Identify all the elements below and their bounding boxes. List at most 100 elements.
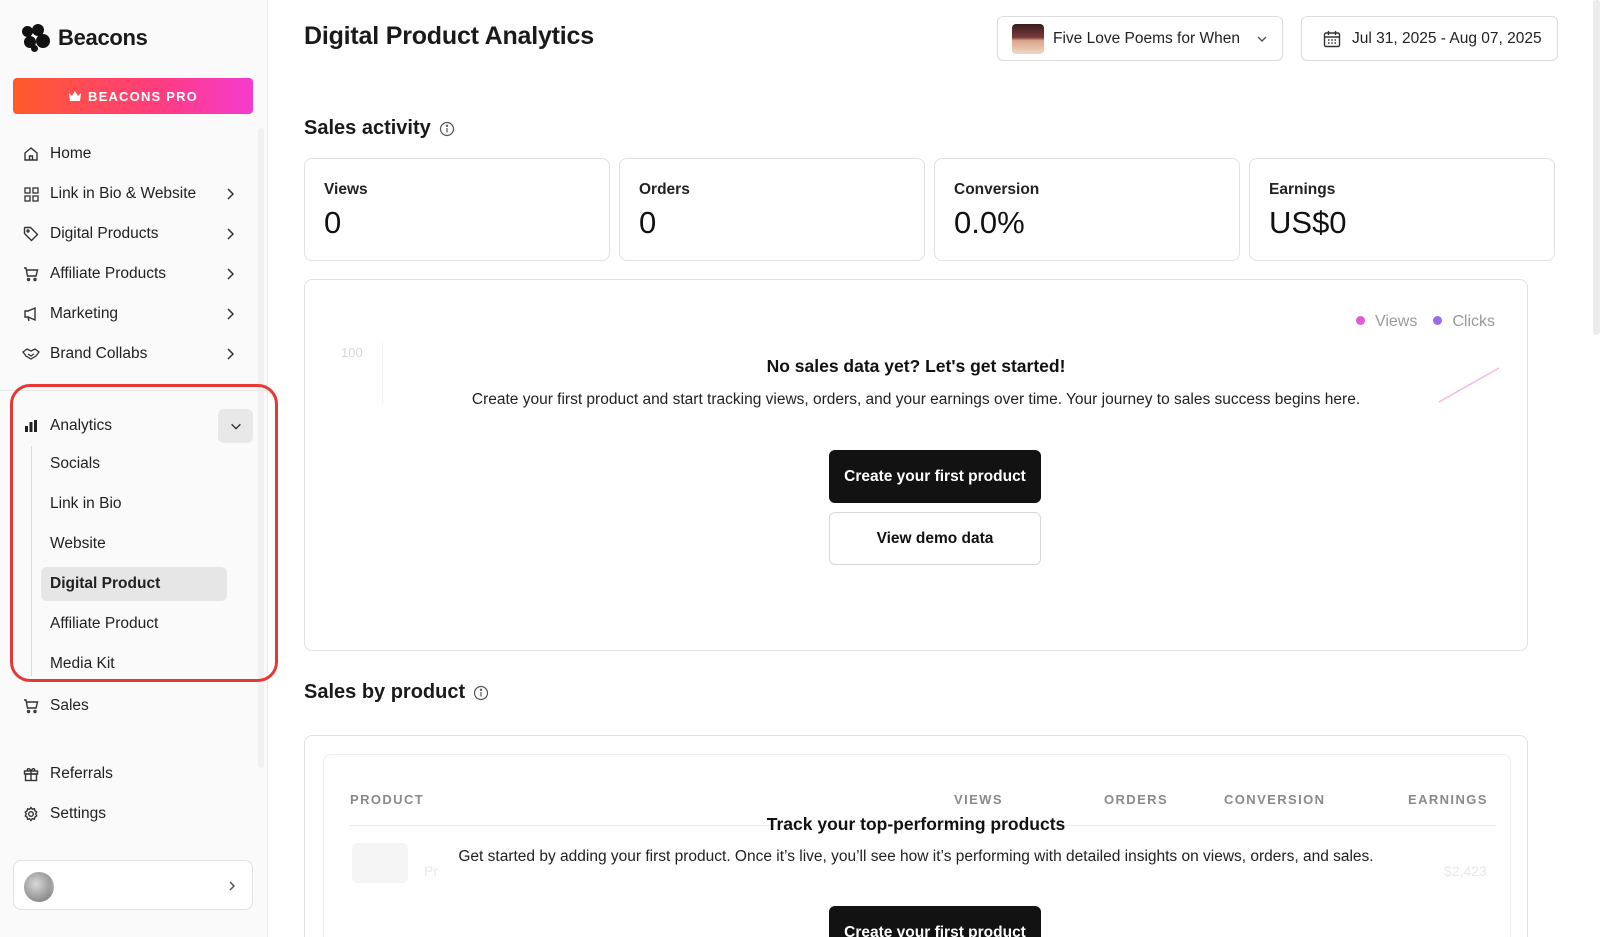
column-header-orders: ORDERS (1104, 792, 1169, 807)
sidebar-item-label: Settings (50, 805, 107, 822)
legend-item-views[interactable]: Views (1355, 313, 1418, 331)
stat-card-conversion: Conversion 0.0% (934, 158, 1240, 261)
account-name-redacted (58, 877, 174, 897)
beacons-logo-icon (22, 24, 52, 52)
sidebar-item-label: Affiliate Products (50, 265, 167, 282)
column-header-conversion: CONVERSION (1224, 792, 1326, 807)
sidebar-item-affiliate-products[interactable]: Affiliate Products (22, 258, 246, 290)
brand-name: Beacons (58, 25, 148, 50)
grid-icon (22, 185, 40, 203)
calendar-icon (1323, 30, 1341, 47)
stat-value: 0.0% (954, 205, 1025, 240)
chevron-right-icon (227, 308, 235, 320)
sidebar-subitem-digital-product[interactable]: Digital Product (41, 567, 227, 601)
sidebar-subitem-affiliate-product[interactable]: Affiliate Product (41, 607, 227, 641)
submenu-guide-line (31, 446, 32, 676)
page-title: Digital Product Analytics (304, 22, 594, 50)
table-empty-description: Get started by adding your first product… (458, 848, 1374, 865)
sidebar-item-analytics[interactable]: Analytics (22, 410, 246, 442)
sidebar-scrollbar[interactable] (258, 128, 264, 768)
sidebar-item-sales[interactable]: Sales (22, 690, 246, 722)
sidebar-subitem-link-in-bio[interactable]: Link in Bio (41, 487, 227, 521)
beacons-logo[interactable]: Beacons (22, 24, 148, 52)
column-header-earnings: EARNINGS (1408, 792, 1488, 807)
create-first-product-button[interactable]: Create your first product (829, 450, 1041, 503)
product-thumbnail (1012, 23, 1044, 54)
info-icon[interactable] (473, 685, 489, 701)
sidebar-subitem-label: Socials (50, 455, 100, 472)
sidebar-item-label: Sales (50, 697, 89, 714)
sidebar-item-label: Marketing (50, 305, 119, 322)
sales-by-product-title: Sales by product (304, 681, 466, 703)
sidebar-item-link-in-bio-website[interactable]: Link in Bio & Website (22, 178, 246, 210)
sidebar-subitem-label: Affiliate Product (50, 615, 159, 632)
stat-value: 0 (639, 205, 657, 240)
legend-label: Clicks (1452, 313, 1495, 330)
sidebar-item-settings[interactable]: Settings (22, 798, 246, 830)
chart-empty-description: Create your first product and start trac… (471, 391, 1361, 408)
legend-label: Views (1374, 313, 1418, 330)
gear-icon (22, 805, 40, 823)
megaphone-icon (22, 305, 40, 323)
date-range-value: Jul 31, 2025 - Aug 07, 2025 (1352, 29, 1542, 47)
sidebar-subitem-socials[interactable]: Socials (41, 447, 227, 481)
crown-icon (69, 91, 81, 101)
sales-by-product-heading: Sales by product (304, 681, 489, 704)
cart-icon (22, 697, 40, 715)
sidebar-subitem-label: Media Kit (50, 655, 115, 672)
sidebar-item-referrals[interactable]: Referrals (22, 758, 246, 790)
chevron-down-icon (230, 423, 241, 430)
sidebar-subitem-label: Link in Bio (50, 495, 122, 512)
sidebar-subitem-website[interactable]: Website (41, 527, 227, 561)
chevron-right-icon (227, 188, 235, 200)
sidebar: Beacons BEACONS PRO Home Link in Bio & W… (0, 0, 278, 937)
date-range-picker[interactable]: Jul 31, 2025 - Aug 07, 2025 (1301, 16, 1558, 61)
gift-icon (22, 765, 40, 783)
stat-card-views: Views 0 (304, 158, 610, 261)
column-header-product: PRODUCT (350, 792, 425, 807)
sidebar-item-home[interactable]: Home (22, 138, 246, 170)
sidebar-item-marketing[interactable]: Marketing (22, 298, 246, 330)
sidebar-divider (0, 390, 268, 391)
stat-value: 0 (324, 205, 342, 240)
bar-chart-icon (22, 417, 40, 435)
home-icon (22, 145, 40, 163)
stat-card-earnings: Earnings US$0 (1249, 158, 1555, 261)
sidebar-item-digital-products[interactable]: Digital Products (22, 218, 246, 250)
avatar (24, 872, 54, 902)
tag-icon (22, 225, 40, 243)
column-header-views: VIEWS (954, 792, 1003, 807)
info-icon[interactable] (439, 121, 455, 137)
account-switcher[interactable] (13, 860, 253, 910)
legend-item-clicks[interactable]: Clicks (1433, 313, 1495, 331)
sales-activity-heading: Sales activity (304, 117, 455, 140)
sidebar-subitem-label: Website (50, 535, 106, 552)
chevron-right-icon (229, 881, 236, 891)
beacons-pro-button[interactable]: BEACONS PRO (13, 78, 253, 114)
sidebar-item-label: Home (50, 145, 92, 162)
cart-icon (22, 265, 40, 283)
beacons-pro-label: BEACONS PRO (88, 88, 198, 104)
sidebar-item-label: Brand Collabs (50, 345, 148, 362)
chart-empty-title: No sales data yet? Let's get started! (766, 356, 1066, 376)
chevron-right-icon (227, 348, 235, 360)
table-empty-title: Track your top-performing products (766, 814, 1066, 834)
sidebar-item-label: Referrals (50, 765, 113, 782)
stat-label: Views (324, 181, 368, 198)
create-first-product-button-secondary[interactable]: Create your first product (829, 906, 1041, 937)
chevron-right-icon (227, 228, 235, 240)
legend-dot-icon (1433, 316, 1443, 325)
analytics-collapse-button[interactable] (218, 409, 253, 443)
view-demo-data-button[interactable]: View demo data (829, 512, 1041, 565)
sales-activity-title: Sales activity (304, 117, 431, 139)
stat-label: Conversion (954, 181, 1040, 198)
stat-label: Earnings (1269, 181, 1336, 198)
page-scrollbar[interactable] (1593, 0, 1600, 335)
legend-dot-icon (1355, 316, 1365, 325)
sidebar-item-brand-collabs[interactable]: Brand Collabs (22, 338, 246, 370)
product-select[interactable]: Five Love Poems for When (997, 16, 1283, 61)
product-select-value: Five Love Poems for When (1053, 29, 1240, 47)
sidebar-subitem-media-kit[interactable]: Media Kit (41, 647, 227, 681)
handshake-icon (22, 345, 40, 363)
sidebar-item-label: Link in Bio & Website (50, 185, 197, 202)
